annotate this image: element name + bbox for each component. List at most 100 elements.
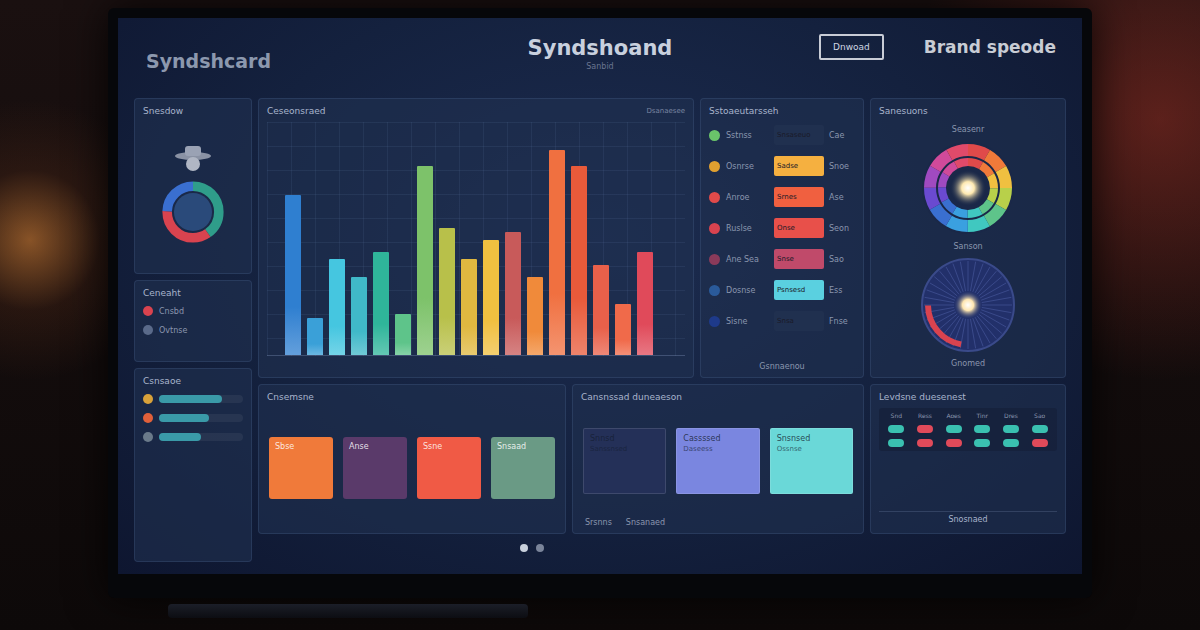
list-row[interactable]: DosnsePsnsesdEss [709, 277, 855, 303]
table-button[interactable]: Snosnaed [879, 511, 1057, 527]
status-track [159, 433, 243, 441]
chart-bar[interactable] [483, 240, 499, 355]
chart-bar[interactable] [373, 252, 389, 355]
color-card[interactable]: Sbse [269, 437, 333, 499]
ring-segment [930, 150, 1006, 226]
status-pill [1032, 439, 1048, 447]
cards-title: Cnsemsne [267, 391, 557, 403]
column-label: Tinr [977, 412, 988, 419]
row-value: Cae [829, 131, 855, 140]
chart-bar[interactable] [549, 150, 565, 355]
chart-header: Ceseonsraed Dsanaesee [267, 105, 685, 117]
row-label: Ane Sea [726, 255, 769, 264]
row-label: Sstnss [726, 131, 769, 140]
row-label: Osnrse [726, 162, 769, 171]
profile-panel: Snesdow [134, 98, 252, 274]
chart-bar[interactable] [505, 232, 521, 355]
chart-bar[interactable] [329, 259, 345, 355]
color-card[interactable]: Snsaad [491, 437, 555, 499]
cards-panel: Cnsemsne SbseAnseSsneSnsaad [258, 384, 566, 534]
chart-bar[interactable] [637, 252, 653, 355]
row-label: Dosnse [726, 286, 769, 295]
chart-bar[interactable] [395, 314, 411, 355]
list-row[interactable]: SisneSnsaFnse [709, 308, 855, 334]
list-row[interactable]: RuslseOnseSeon [709, 215, 855, 241]
chart-bar[interactable] [461, 259, 477, 355]
chart-panel: Ceseonsraed Dsanaesee [258, 98, 694, 378]
ring-segment [167, 186, 219, 238]
status-fill [159, 433, 201, 441]
list-title: Sstoaeutarsseh [709, 105, 855, 117]
tile[interactable]: SnsnsedOssnse [770, 428, 853, 494]
chart-bar[interactable] [307, 318, 323, 355]
ring-segment [930, 150, 1006, 226]
status-pill [888, 439, 904, 447]
chart-bar[interactable] [285, 195, 301, 355]
legend-panel: CeneahtCnsbdOvtnse [134, 280, 252, 362]
chart-badge: Dsanaesee [646, 107, 685, 115]
row-value: Sao [829, 255, 855, 264]
dashboard-screen: SyndshcardSyndshoandSanbidDnwoadBrand sp… [118, 18, 1082, 574]
ring-segment [930, 150, 1006, 226]
tile[interactable]: SnnsdSanssnsed [583, 428, 666, 494]
chart-title: Ceseonsraed [267, 105, 325, 117]
gauge-label: Seasenr [952, 125, 984, 134]
legend-dot [143, 306, 153, 316]
color-card[interactable]: Anse [343, 437, 407, 499]
status-dot [143, 394, 153, 404]
status-pill [1032, 425, 1048, 433]
tile-row: SnnsdSanssnsedCassssedDaseessSnsnsedOssn… [581, 408, 855, 513]
ring-segment [942, 162, 994, 214]
list-row[interactable]: SstnssSnsaseuoCae [709, 122, 855, 148]
main: SnesdowCeneahtCnsbdOvtnseCsnsaoeCeseonsr… [134, 98, 1066, 562]
chart-bar[interactable] [527, 277, 543, 355]
table-row[interactable] [885, 425, 1051, 433]
ring-segment [942, 162, 994, 214]
table-panel: Levdsne duesenestSndRessAoesTinrDresSaoS… [870, 384, 1066, 534]
chart-bar[interactable] [615, 304, 631, 355]
ring-segment [930, 150, 1006, 226]
status-pill [946, 425, 962, 433]
status-row [143, 392, 243, 406]
chart-bar[interactable] [417, 166, 433, 355]
color-card[interactable]: Ssne [417, 437, 481, 499]
status-fill [159, 395, 222, 403]
donut-chart [159, 178, 227, 246]
status-pill [946, 439, 962, 447]
gauge-label: Gnomed [951, 359, 985, 368]
ring-segment [942, 162, 994, 214]
column-label: Aoes [946, 412, 961, 419]
chart-bar[interactable] [593, 265, 609, 355]
bottom-row: Cnsemsne SbseAnseSsneSnsaad Cansnssad dune… [258, 384, 1066, 534]
row-label: Sisne [726, 317, 769, 326]
column-label: Sao [1034, 412, 1045, 419]
color-wheel-chart [918, 138, 1018, 238]
room-photo: SyndshcardSyndshoandSanbidDnwoadBrand sp… [0, 0, 1200, 630]
list-row[interactable]: Ane SeaSnseSao [709, 246, 855, 272]
list-row[interactable]: AnroeSrnesAse [709, 184, 855, 210]
row-dot [709, 254, 720, 265]
ring-segment [942, 162, 994, 214]
pager-dot[interactable] [536, 544, 544, 552]
list-row[interactable]: OsnrseSadseSnoe [709, 153, 855, 179]
chart-bar[interactable] [571, 166, 587, 355]
ring-segment [942, 162, 994, 214]
tiles-title: Cansnssad duneaeson [581, 391, 855, 403]
tile[interactable]: CassssedDaseess [676, 428, 759, 494]
legend-label: Ovtnse [159, 326, 187, 335]
column-label: Snd [891, 412, 902, 419]
header-button[interactable]: Dnwoad [819, 34, 884, 60]
dial-chart [918, 255, 1018, 355]
status-track [159, 414, 243, 422]
panel-title: Snesdow [143, 105, 243, 117]
top-row: Ceseonsraed Dsanaesee Sstoaeutarsseh Sstnss… [258, 98, 1066, 378]
dashboard-title: Syndshoand [528, 36, 673, 60]
row-label: Anroe [726, 193, 769, 202]
row-dot [709, 223, 720, 234]
status-pill [974, 439, 990, 447]
ring-segment [930, 150, 1006, 226]
chart-bar[interactable] [439, 228, 455, 355]
chart-bar[interactable] [351, 277, 367, 355]
table-row[interactable] [885, 439, 1051, 447]
pager-dot[interactable] [520, 544, 528, 552]
